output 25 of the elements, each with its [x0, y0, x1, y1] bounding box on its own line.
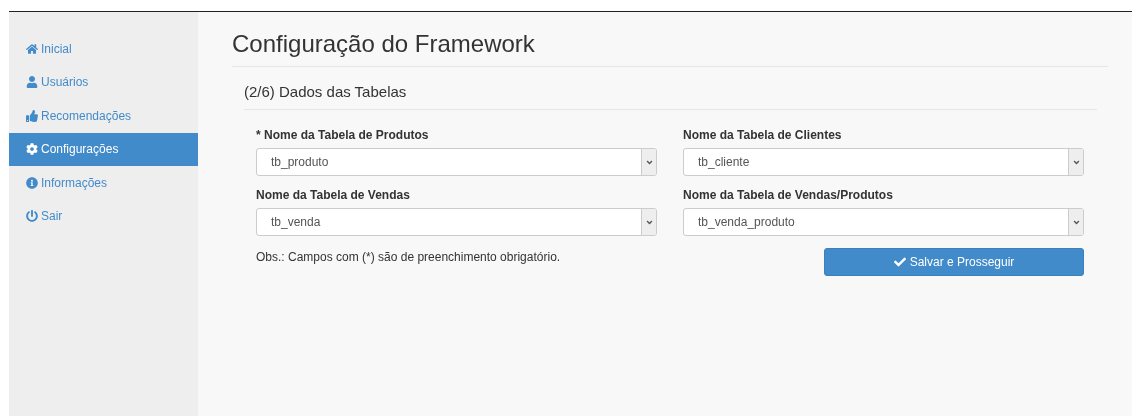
page-title: Configuração do Framework: [232, 30, 1108, 67]
sidebar-item[interactable]: Informações: [9, 166, 198, 200]
check-icon: [893, 256, 906, 268]
field-label: * Nome da Tabela de Produtos: [256, 128, 430, 142]
sidebar-item[interactable]: Inicial: [9, 32, 198, 66]
sidebar-item[interactable]: Sair: [9, 199, 198, 233]
select-field[interactable]: tb_venda_produto: [683, 208, 1084, 236]
user-icon: [26, 76, 38, 89]
field-label: Nome da Tabela de Vendas: [256, 188, 411, 202]
info-icon: [26, 176, 38, 189]
select-field[interactable]: tb_cliente: [683, 148, 1084, 176]
note-text: Obs.: Campos com (*) são de preenchimento obrigatório.: [256, 249, 561, 264]
sidebar-item[interactable]: Recomendações: [9, 99, 198, 133]
section-title: (2/6) Dados das Tabelas: [244, 67, 1097, 110]
field-label: Nome da Tabela de Clientes: [683, 128, 843, 142]
field-label: Nome da Tabela de Vendas/Produtos: [683, 188, 894, 202]
home-icon: [26, 42, 38, 55]
select-field[interactable]: tb_produto: [256, 148, 657, 176]
sidebar-item[interactable]: Usuários: [9, 65, 198, 99]
power-icon: [26, 210, 38, 223]
sidebar-item[interactable]: Configurações: [9, 132, 198, 166]
select-field[interactable]: tb_venda: [256, 208, 657, 236]
thumbs-up-icon: [26, 109, 38, 122]
save-button[interactable]: Salvar e Prosseguir: [824, 248, 1084, 276]
settings-icon: [26, 143, 38, 156]
